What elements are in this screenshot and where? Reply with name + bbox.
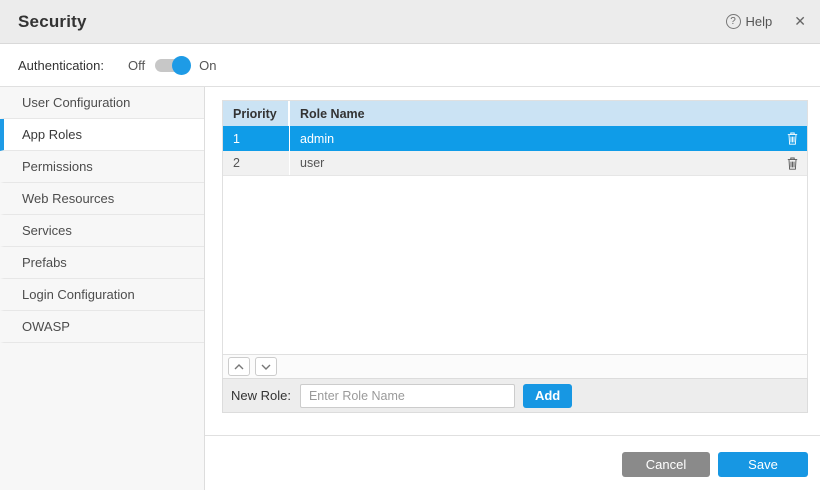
roles-table: Priority Role Name 1admin2user (222, 100, 808, 354)
table-header: Priority Role Name (223, 101, 807, 126)
trash-icon (787, 157, 798, 170)
table-row[interactable]: 1admin (223, 126, 807, 151)
sidebar-item-user-configuration[interactable]: User Configuration (0, 87, 204, 119)
move-up-button[interactable] (228, 357, 250, 376)
table-empty-area (223, 176, 807, 354)
new-role-input[interactable] (300, 384, 515, 408)
sidebar-item-label: User Configuration (22, 95, 130, 110)
add-role-button[interactable]: Add (523, 384, 572, 408)
column-header-priority: Priority (223, 101, 290, 126)
move-down-button[interactable] (255, 357, 277, 376)
toggle-knob (172, 56, 191, 75)
sidebar-item-prefabs[interactable]: Prefabs (0, 247, 204, 279)
sidebar-item-permissions[interactable]: Permissions (0, 151, 204, 183)
toggle-off-label: Off (128, 58, 145, 73)
sidebar-item-web-resources[interactable]: Web Resources (0, 183, 204, 215)
table-row[interactable]: 2user (223, 151, 807, 176)
help-label: Help (746, 14, 773, 29)
sidebar-item-label: Web Resources (22, 191, 114, 206)
dialog-header: Security ? Help ✕ (0, 0, 820, 44)
chevron-up-icon (234, 364, 244, 370)
sidebar-item-label: App Roles (22, 127, 82, 142)
sidebar-item-app-roles[interactable]: App Roles (0, 119, 204, 151)
authentication-row: Authentication: Off On (0, 44, 820, 87)
help-button[interactable]: ? Help (726, 14, 773, 29)
authentication-toggle[interactable] (155, 59, 189, 72)
delete-role-button[interactable] (777, 151, 807, 175)
delete-role-button[interactable] (777, 126, 807, 151)
toggle-on-label: On (199, 58, 216, 73)
row-role-name: admin (290, 126, 777, 151)
reorder-toolbar (222, 354, 808, 378)
settings-sidebar: User Configuration App Roles Permissions We… (0, 87, 205, 490)
row-role-name: user (290, 151, 777, 175)
column-header-role-name: Role Name (290, 101, 807, 126)
footer-actions: Cancel Save (205, 436, 820, 477)
trash-icon (787, 132, 798, 145)
new-role-label: New Role: (231, 388, 291, 403)
row-priority: 2 (223, 151, 290, 175)
security-dialog: Security ? Help ✕ Authentication: Off On… (0, 0, 820, 490)
help-icon: ? (726, 14, 741, 29)
cancel-button[interactable]: Cancel (622, 452, 710, 477)
close-icon[interactable]: ✕ (794, 13, 806, 30)
sidebar-item-label: OWASP (22, 319, 70, 334)
sidebar-item-label: Prefabs (22, 255, 67, 270)
new-role-bar: New Role: Add (222, 378, 808, 413)
app-roles-panel: Priority Role Name 1admin2user (205, 87, 820, 490)
authentication-label: Authentication: (18, 58, 104, 73)
sidebar-item-login-configuration[interactable]: Login Configuration (0, 279, 204, 311)
sidebar-item-label: Login Configuration (22, 287, 135, 302)
sidebar-item-label: Services (22, 223, 72, 238)
sidebar-item-services[interactable]: Services (0, 215, 204, 247)
row-priority: 1 (223, 126, 290, 151)
save-button[interactable]: Save (718, 452, 808, 477)
sidebar-item-owasp[interactable]: OWASP (0, 311, 204, 343)
page-title: Security (18, 12, 87, 32)
chevron-down-icon (261, 364, 271, 370)
sidebar-item-label: Permissions (22, 159, 93, 174)
